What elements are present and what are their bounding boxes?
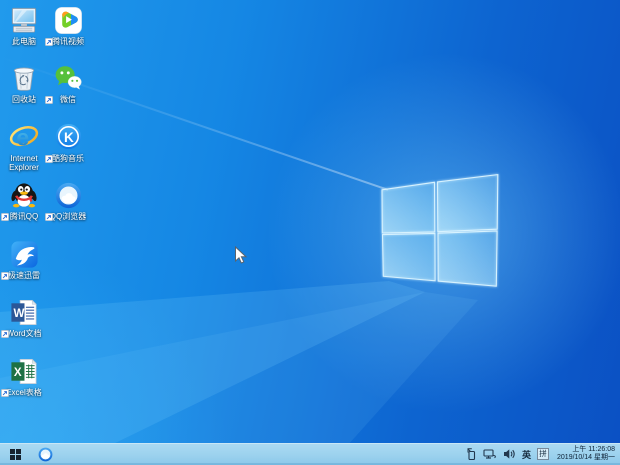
word-letter: W (14, 307, 25, 320)
windows-start-icon (10, 449, 21, 460)
word-icon: W (8, 297, 40, 328)
desktop-icon-excel[interactable]: X Excel表格 (2, 356, 46, 397)
shortcut-arrow-icon (45, 213, 53, 221)
wechat-icon (52, 63, 84, 94)
shortcut-arrow-icon (1, 213, 9, 221)
internet-explorer-icon: e (8, 122, 40, 153)
safely-remove-hardware-icon[interactable] (466, 448, 477, 461)
wallpaper-corner-glow (0, 0, 620, 465)
wallpaper-logo-glow (0, 0, 620, 465)
language-indicator[interactable]: 英 (522, 448, 531, 461)
thunder-icon (8, 239, 40, 270)
shortcut-arrow-icon (1, 272, 9, 280)
desktop-icon-recycle-bin[interactable]: 回收站 (2, 63, 46, 104)
kugou-letter: K (64, 130, 74, 145)
excel-letter: X (14, 366, 22, 379)
windows-logo (378, 171, 502, 291)
network-icon[interactable] (483, 448, 497, 460)
kugou-music-icon: K (52, 122, 84, 153)
desktop-icon-tencent-video[interactable]: 腾讯视频 (46, 5, 90, 46)
wallpaper-light-beam (0, 0, 620, 465)
system-tray: 英 拼 上午 11:26:08 2019/10/14 星期一 (466, 446, 620, 463)
desktop-icon-tencent-qq[interactable]: 腾讯QQ (2, 180, 46, 221)
clock-date: 2019/10/14 星期一 (557, 454, 615, 463)
wallpaper-light-beam-soft (0, 0, 620, 465)
shortcut-arrow-icon (45, 38, 53, 46)
desktop-icon-this-pc[interactable]: 此电脑 (2, 5, 46, 46)
shortcut-arrow-icon (45, 155, 53, 163)
excel-icon: X (8, 356, 40, 387)
start-button[interactable] (0, 443, 30, 465)
this-pc-icon (8, 5, 40, 36)
tencent-video-icon (52, 5, 84, 36)
qq-browser-icon (52, 180, 84, 211)
shortcut-arrow-icon (45, 96, 53, 104)
desktop-icon-thunder[interactable]: 极速迅雷 (2, 239, 46, 280)
recycle-bin-icon (8, 63, 40, 94)
desktop-icon-word[interactable]: W Word文档 (2, 297, 46, 338)
shortcut-arrow-icon (1, 330, 9, 338)
desktop-icon-internet-explorer[interactable]: e Internet Explorer (2, 122, 46, 172)
volume-icon[interactable] (503, 448, 516, 460)
mouse-cursor (234, 246, 247, 265)
windows-desktop: 此电脑 腾讯视频 (0, 0, 620, 465)
taskbar: 英 拼 上午 11:26:08 2019/10/14 星期一 (0, 443, 620, 465)
desktop-icon-wechat[interactable]: 微信 (46, 63, 90, 104)
qq-browser-taskbar-icon (37, 446, 54, 463)
taskbar-clock[interactable]: 上午 11:26:08 2019/10/14 星期一 (555, 446, 615, 463)
ime-mode-icon[interactable]: 拼 (537, 448, 549, 460)
desktop-icon-kugou-music[interactable]: K 酷狗音乐 (46, 122, 90, 163)
icon-label: Internet Explorer (2, 154, 46, 172)
icon-label: 此电脑 (2, 37, 46, 46)
taskbar-qq-browser-button[interactable] (30, 443, 60, 465)
desktop-icon-qq-browser[interactable]: QQ浏览器 (46, 180, 90, 221)
tencent-qq-icon (8, 180, 40, 211)
shortcut-arrow-icon (1, 389, 9, 397)
clock-time: 上午 11:26:08 (557, 446, 615, 455)
icon-label: 回收站 (2, 95, 46, 104)
svg-text:e: e (16, 125, 29, 151)
